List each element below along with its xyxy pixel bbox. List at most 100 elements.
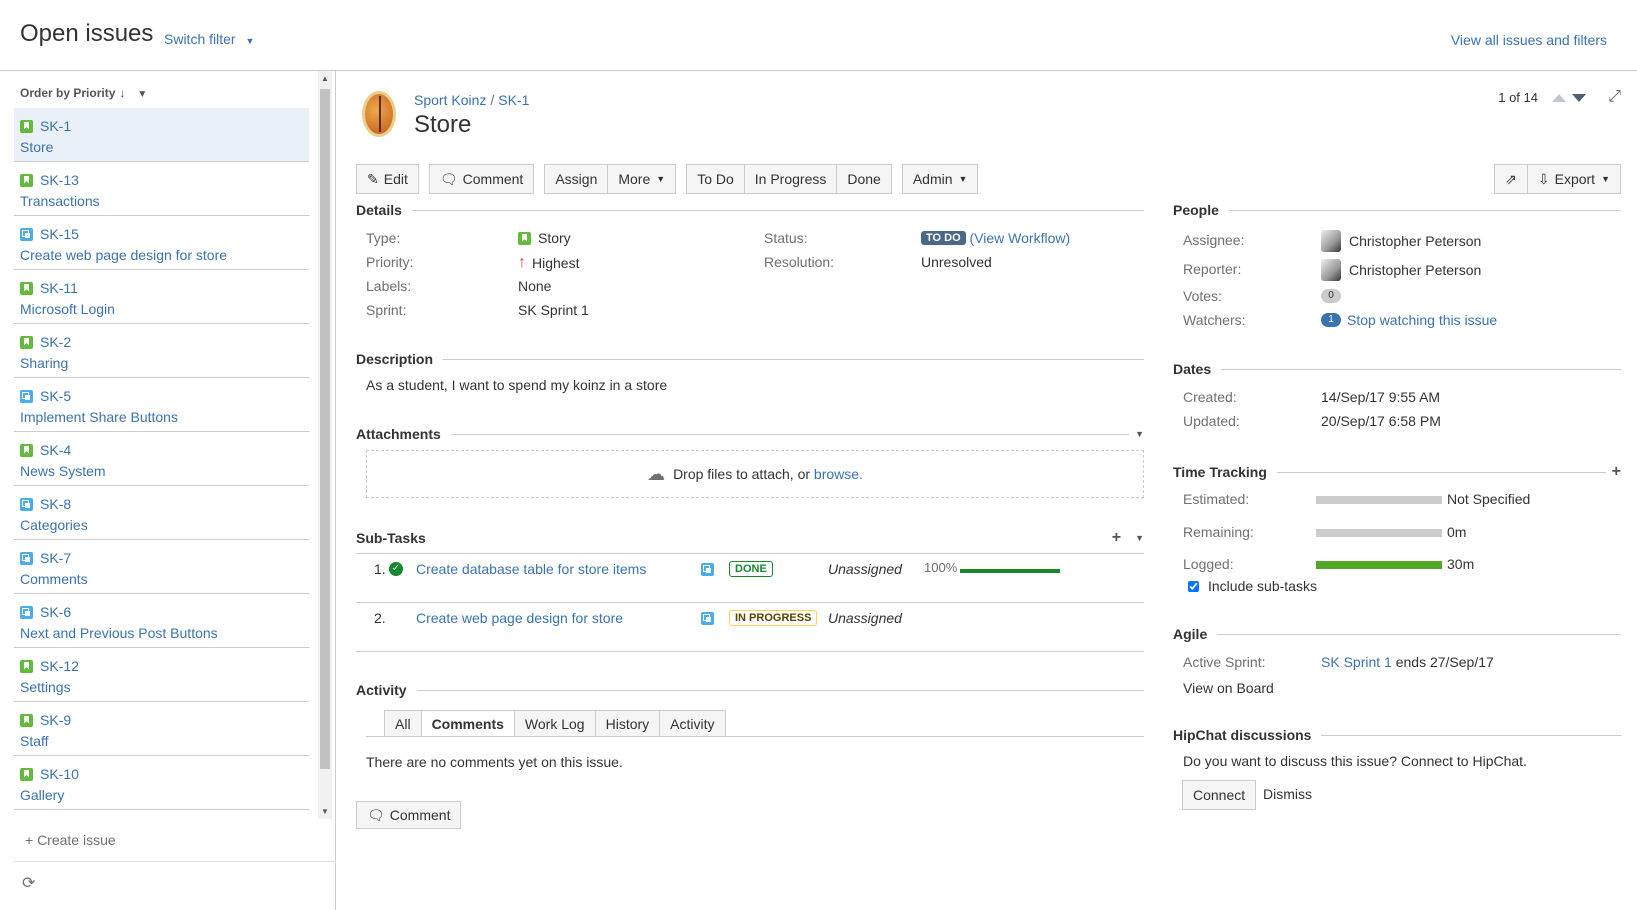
status-badge: TO DO (921, 231, 966, 245)
story-icon (20, 443, 33, 457)
issue-key: SK-12 (40, 658, 79, 674)
order-by-label: Order by Priority (20, 86, 116, 100)
page-header: Open issues Switch filter ▼ View all iss… (0, 0, 1637, 71)
browse-link[interactable]: browse. (814, 466, 863, 482)
add-comment-button[interactable]: 🗨 Comment (356, 801, 462, 829)
dismiss-link[interactable]: Dismiss (1263, 786, 1312, 802)
connect-button[interactable]: Connect (1182, 780, 1257, 810)
story-icon (20, 659, 33, 673)
more-button[interactable]: More ▼ (608, 164, 677, 194)
include-subtasks[interactable]: Include sub-tasks (1188, 578, 1317, 594)
issue-list-item[interactable]: SK-5 Implement Share Buttons (14, 378, 309, 432)
expand-icon[interactable]: ⤢ (1608, 88, 1621, 106)
cloud-upload-icon: ☁ (647, 463, 666, 484)
chevron-down-icon[interactable]: ▼ (137, 89, 147, 100)
subtask-summary-link[interactable]: Create web page design for store (416, 610, 623, 626)
sprint-link[interactable]: SK Sprint 1 (1321, 654, 1392, 670)
create-issue-link[interactable]: + Create issue (25, 832, 116, 848)
issue-list: SK-1 Store SK-13 Transactions SK-15 Create … (14, 108, 309, 843)
include-subtasks-checkbox[interactable] (1188, 580, 1199, 592)
tab-work-log[interactable]: Work Log (514, 710, 596, 737)
share-button[interactable]: ⇗ (1494, 164, 1528, 194)
issue-list-item[interactable]: SK-11 Microsoft Login (14, 270, 309, 324)
watchers-value: 1 Stop watching this issue (1321, 312, 1497, 328)
done-button[interactable]: Done (837, 164, 892, 194)
in-progress-button[interactable]: In Progress (744, 164, 838, 194)
switch-filter-label: Switch filter (164, 31, 236, 47)
add-comment-label: Comment (389, 807, 451, 823)
chevron-down-icon[interactable]: ▼ (1135, 429, 1144, 439)
priority-value-text: Highest (532, 255, 580, 271)
arrow-down-icon: ↓ (119, 86, 126, 100)
issue-list-item[interactable]: SK-7 Comments (14, 540, 309, 594)
view-all-issues-link[interactable]: View all issues and filters (1451, 32, 1607, 48)
tab-comments[interactable]: Comments (421, 710, 515, 737)
next-issue-icon[interactable] (1572, 93, 1586, 102)
divider (14, 861, 336, 862)
description-text[interactable]: As a student, I want to spend my koinz i… (366, 377, 667, 393)
edit-button[interactable]: ✎ Edit (356, 164, 419, 194)
subtask-assignee: Unassigned (828, 610, 902, 626)
issue-list-item[interactable]: SK-8 Categories (14, 486, 309, 540)
remaining-label: Remaining: (1183, 524, 1254, 540)
issue-list-item[interactable]: SK-1 Store (14, 108, 309, 162)
comment-button[interactable]: 🗨 Comment (428, 164, 535, 194)
view-workflow-link[interactable]: (View Workflow) (970, 230, 1071, 246)
status-label: Status: (764, 230, 808, 246)
export-button[interactable]: ⇩ Export ▼ (1527, 164, 1621, 194)
attachments-heading-label: Attachments (356, 426, 441, 442)
scroll-up-icon[interactable]: ▲ (321, 74, 329, 83)
sprint-ends: ends 27/Sep/17 (1395, 654, 1494, 670)
tab-activity[interactable]: Activity (660, 710, 726, 737)
status-badge: DONE (729, 561, 773, 577)
type-value: Story (518, 230, 571, 246)
issue-list-scrollbar[interactable]: ▲ ▼ (318, 71, 332, 819)
order-by-priority[interactable]: Order by Priority ↓ ▼ (20, 86, 147, 100)
previous-issue-icon[interactable] (1552, 93, 1566, 102)
reporter-value[interactable]: Christopher Peterson (1321, 259, 1481, 281)
subtask-summary-link[interactable]: Create database table for store items (416, 561, 646, 577)
issue-list-item[interactable]: SK-4 News System (14, 432, 309, 486)
project-avatar (362, 91, 396, 137)
assign-button[interactable]: Assign (544, 164, 609, 194)
stop-watching-link[interactable]: Stop watching this issue (1347, 312, 1497, 328)
issue-list-item[interactable]: SK-12 Settings (14, 648, 309, 702)
issue-list-item[interactable]: SK-10 Gallery (14, 756, 309, 810)
tab-history[interactable]: History (595, 710, 661, 737)
comment-icon: 🗨 (367, 806, 385, 823)
edit-button-label: Edit (383, 171, 408, 187)
issue-list-item[interactable]: SK-2 Sharing (14, 324, 309, 378)
refresh-icon[interactable]: ⟳ (22, 873, 35, 893)
switch-filter-button[interactable]: Switch filter ▼ (164, 31, 254, 47)
plus-icon[interactable]: + (1612, 463, 1621, 481)
issue-list-item[interactable]: SK-6 Next and Previous Post Buttons (14, 594, 309, 648)
issue-list-item[interactable]: SK-15 Create web page design for store (14, 216, 309, 270)
scroll-down-icon[interactable]: ▼ (321, 807, 329, 816)
export-button-label: Export (1554, 171, 1596, 187)
issue-list-item[interactable]: SK-9 Staff (14, 702, 309, 756)
issue-summary: Store (20, 139, 54, 155)
activity-tabs: All Comments Work Log History Activity (384, 710, 726, 737)
breadcrumb-issue-key[interactable]: SK-1 (498, 92, 529, 108)
chevron-down-icon[interactable]: ▼ (1135, 533, 1144, 543)
dates-heading: Dates (1173, 361, 1621, 377)
tab-all[interactable]: All (384, 710, 422, 737)
breadcrumb-project[interactable]: Sport Koinz (414, 92, 486, 108)
view-on-board-link[interactable]: View on Board (1183, 680, 1274, 696)
sprint-label: Sprint: (366, 302, 407, 318)
issue-key: SK-4 (40, 442, 72, 458)
plus-icon[interactable]: + (1112, 529, 1121, 547)
issue-key: SK-8 (40, 496, 72, 512)
issue-list-item[interactable]: SK-13 Transactions (14, 162, 309, 216)
votes-value[interactable]: 0 (1321, 289, 1347, 303)
assignee-value[interactable]: Christopher Peterson (1321, 230, 1481, 252)
todo-button[interactable]: To Do (686, 164, 745, 194)
avatar (1321, 259, 1341, 281)
scrollbar-thumb[interactable] (320, 89, 330, 769)
active-sprint-label: Active Sprint: (1183, 654, 1266, 670)
comment-icon: 🗨 (439, 170, 458, 187)
attachment-drop-zone[interactable]: ☁ Drop files to attach, or browse. (366, 450, 1144, 498)
issue-pager: 1 of 14 (1498, 90, 1586, 105)
admin-button[interactable]: Admin ▼ (901, 164, 979, 194)
subtask-icon (20, 497, 33, 511)
